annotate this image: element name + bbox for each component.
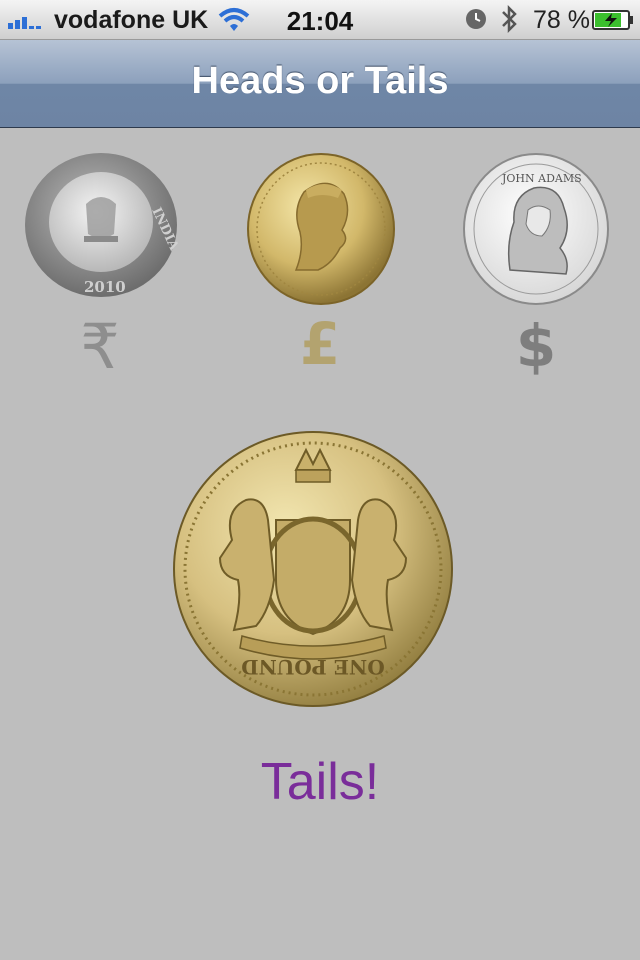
- battery-charging-icon: [592, 10, 633, 30]
- navigation-bar: Heads or Tails: [0, 40, 640, 128]
- flip-coin-button[interactable]: ONE POUND: [172, 430, 454, 708]
- coin-inscription: ONE POUND: [241, 655, 384, 679]
- page-title: Heads or Tails: [191, 60, 449, 102]
- dollar-coin-name: JOHN ADAMS: [501, 172, 582, 185]
- alarm-clock-icon: [466, 9, 486, 29]
- one-pound-coin-tails-icon: ONE POUND: [173, 431, 453, 707]
- rupee-coin-button[interactable]: 2010 INDIA: [24, 152, 178, 298]
- pound-coin-icon: [247, 153, 395, 305]
- pound-symbol[interactable]: £: [296, 310, 344, 378]
- dollar-symbol[interactable]: $: [512, 312, 560, 380]
- dollar-coin-button[interactable]: JOHN ADAMS: [462, 152, 610, 306]
- rupee-symbol[interactable]: ₹: [76, 310, 124, 383]
- rupee-coin-year: 2010: [84, 278, 126, 296]
- flip-result-label: Tails!: [260, 753, 380, 811]
- pound-coin-button[interactable]: [246, 152, 396, 306]
- rupee-coin-icon: 2010 INDIA: [25, 153, 178, 297]
- bluetooth-icon: [502, 4, 517, 34]
- status-bar: vodafone UK 21:04 78 %: [0, 0, 640, 40]
- battery-percent: 78 %: [533, 6, 590, 34]
- dollar-coin-icon: JOHN ADAMS: [463, 153, 609, 305]
